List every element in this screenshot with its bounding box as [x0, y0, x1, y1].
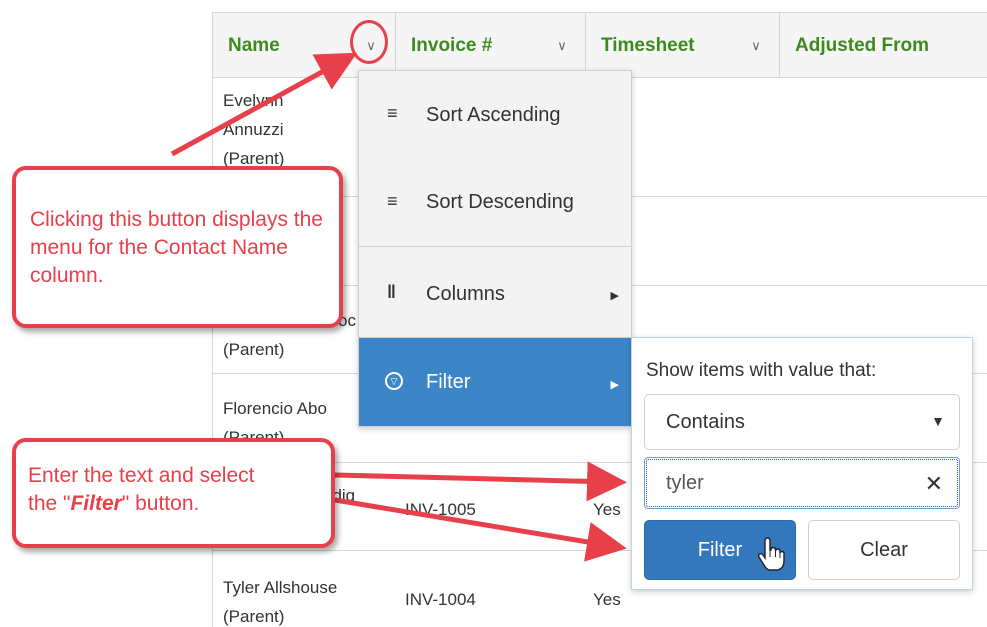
column-header-label: Invoice # [411, 35, 493, 56]
clear-icon[interactable]: ✕ [925, 471, 943, 497]
name-line: Florencio Abo [223, 399, 327, 418]
menu-item-label: Columns [426, 283, 505, 305]
grid-header: Name ∨ Invoice # ∨ Timesheet ∨ Adjusted … [213, 13, 987, 78]
menu-item-label: Filter [426, 371, 471, 393]
callout-emphasis: Filter [70, 492, 122, 515]
chevron-down-icon[interactable]: ∨ [551, 35, 573, 57]
sort-ascending-icon: ≡ [387, 103, 398, 123]
callout-text-line: the "Filter" button. [28, 490, 331, 518]
column-header-invoice[interactable]: Invoice # ∨ [396, 13, 586, 77]
name-line: (Parent) [223, 340, 285, 359]
column-header-adjusted-from[interactable]: Adjusted From [780, 13, 987, 77]
callout-text-prefix: the " [28, 492, 71, 515]
submenu-arrow-icon: ▶ [610, 379, 619, 391]
timesheet-cell: Yes [593, 500, 621, 519]
chevron-down-icon[interactable]: ∨ [745, 35, 767, 57]
invoice-number-cell: INV-1005 [405, 500, 476, 519]
column-header-label: Adjusted From [795, 35, 930, 56]
menu-item-label: Sort Ascending [426, 104, 561, 126]
filter-icon: ▽ [385, 372, 403, 390]
invoice-number-cell: INV-1004 [405, 590, 476, 609]
clear-button[interactable]: Clear [808, 520, 960, 580]
callout-text: Enter the text and select [28, 464, 255, 487]
name-line: Evelynn [223, 91, 284, 110]
filter-value-input[interactable]: tyler ✕ [644, 457, 960, 509]
menu-item-sort-descending[interactable]: ≡ Sort Descending [359, 159, 631, 245]
callout-text: Clicking this button displays the menu f… [30, 208, 323, 287]
column-menu: ≡ Sort Ascending ≡ Sort Descending ‖ Col… [358, 70, 632, 427]
menu-item-label: Sort Descending [426, 191, 574, 213]
input-value: tyler [666, 472, 704, 494]
timesheet-cell: Yes [593, 590, 621, 609]
columns-icon: ‖ [387, 282, 396, 302]
submenu-arrow-icon: ▶ [610, 290, 619, 302]
select-value: Contains [666, 411, 745, 433]
menu-item-filter[interactable]: ▽ Filter ▶ [359, 338, 631, 426]
callout-menu-button: Clicking this button displays the menu f… [12, 166, 343, 328]
name-line: Tyler Allshouse [223, 578, 338, 597]
menu-item-sort-ascending[interactable]: ≡ Sort Ascending [359, 71, 631, 159]
filter-button-label: Filter [697, 538, 743, 561]
hand-cursor-icon [757, 537, 785, 571]
caret-down-icon: ▼ [931, 413, 945, 429]
column-header-label: Timesheet [601, 35, 695, 56]
column-header-timesheet[interactable]: Timesheet ∨ [586, 13, 780, 77]
sort-descending-icon: ≡ [387, 191, 398, 211]
filter-panel: Show items with value that: Contains ▼ t… [631, 337, 973, 590]
filter-panel-title: Show items with value that: [646, 360, 877, 381]
highlight-ring [350, 20, 388, 64]
filter-button[interactable]: Filter [644, 520, 796, 580]
contact-name-cell: Evelynn Annuzzi (Parent) [223, 86, 284, 173]
menu-item-columns[interactable]: ‖ Columns ▶ [359, 247, 631, 337]
callout-text-suffix: " button. [121, 492, 200, 515]
clear-button-label: Clear [860, 538, 908, 561]
callout-filter: Enter the text and select the "Filter" b… [12, 438, 335, 548]
name-line: Annuzzi [223, 120, 284, 139]
filter-operator-select[interactable]: Contains ▼ [644, 394, 960, 450]
column-header-label: Name [228, 35, 280, 56]
name-line: (Parent) [223, 607, 285, 626]
contact-name-cell: Tyler Allshouse (Parent) [223, 573, 337, 627]
